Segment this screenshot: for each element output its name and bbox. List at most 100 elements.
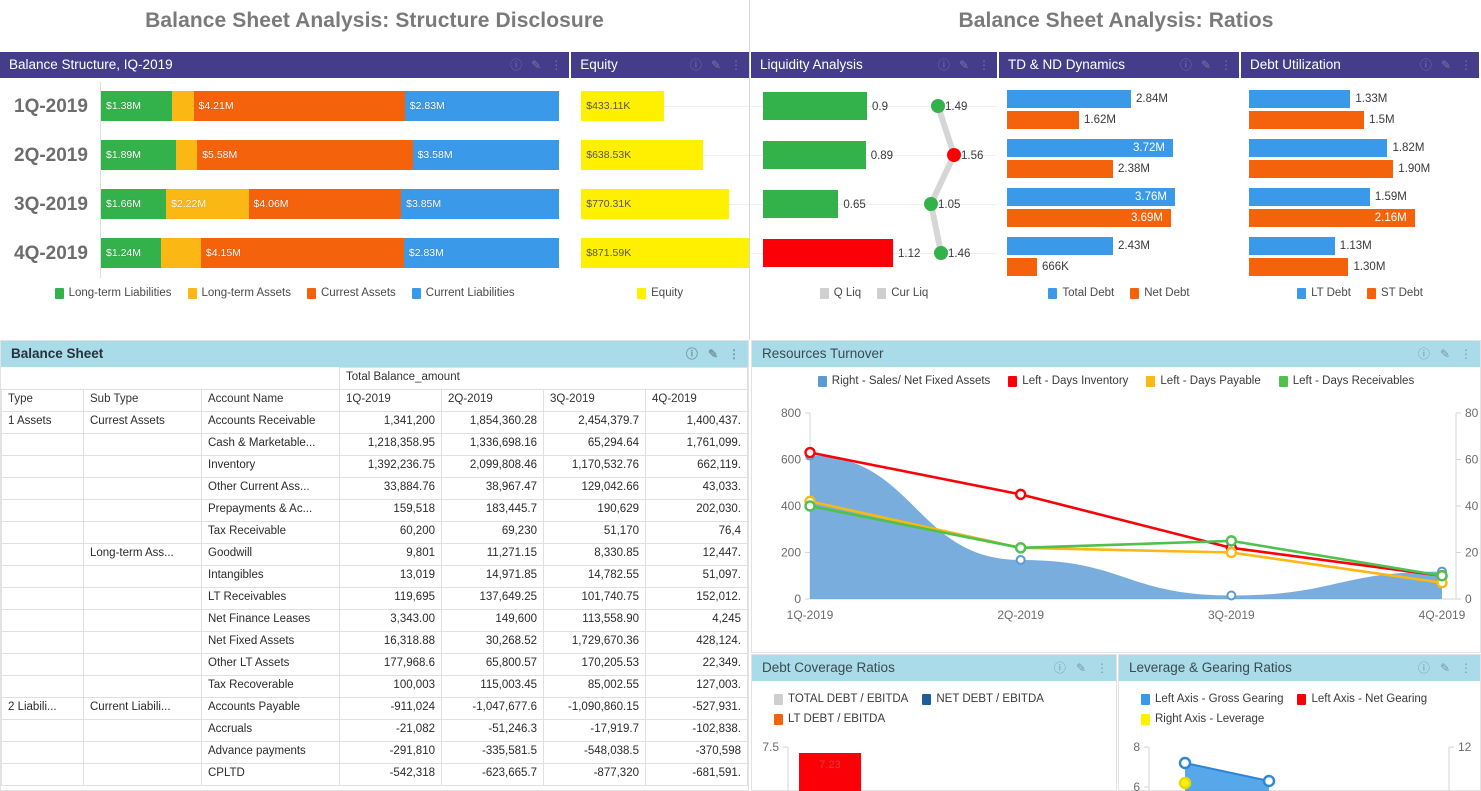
table-row[interactable]: Inventory 1,392,236.75 2,099,808.46 1,170,5… (1, 455, 748, 478)
paired-bar[interactable] (1007, 90, 1131, 108)
table-column-header[interactable]: 3Q-2019 (543, 389, 646, 412)
table-column-header[interactable]: Account Name (201, 389, 340, 412)
legend-item[interactable]: Q Liq (819, 287, 861, 299)
pencil-icon[interactable]: ✎ (1201, 59, 1211, 71)
paired-bar[interactable] (1249, 237, 1335, 255)
info-icon[interactable]: ⓘ (690, 59, 702, 71)
legend-item[interactable]: NET DEBT / EBITDA (922, 691, 1044, 708)
table-row[interactable]: Tax Recoverable 100,003 115,003.45 85,002.5… (1, 675, 748, 698)
legend-item[interactable]: Long-term Assets (187, 287, 291, 299)
stacked-bar[interactable]: $1.89M $5.58M $3.58M (101, 140, 559, 170)
table-row[interactable]: LT Receivables 119,695 137,649.25 101,740.7… (1, 587, 748, 610)
table-column-header[interactable]: 4Q-2019 (645, 389, 748, 412)
pencil-icon[interactable]: ✎ (959, 59, 969, 71)
info-icon[interactable]: ⓘ (1418, 348, 1430, 360)
legend-item[interactable]: Left Axis - Net Gearing (1297, 691, 1427, 708)
info-icon[interactable]: ⓘ (686, 348, 698, 360)
info-icon[interactable]: ⓘ (1054, 662, 1066, 674)
area-gross-gearing[interactable] (1185, 763, 1269, 791)
paired-bar[interactable] (1249, 258, 1349, 276)
kebab-icon[interactable]: ⋮ (1460, 662, 1472, 674)
stacked-bar[interactable]: $1.38M $4.21M $2.83M (101, 91, 560, 121)
panel-actions[interactable]: ⓘ ✎ ⋮ (1418, 341, 1472, 367)
kebab-icon[interactable]: ⋮ (1460, 59, 1472, 71)
data-point[interactable] (1262, 774, 1276, 788)
kebab-icon[interactable]: ⋮ (730, 59, 742, 71)
data-point[interactable] (1225, 535, 1238, 547)
bar-segment[interactable]: $1.24M (101, 238, 162, 268)
bar-segment[interactable]: $3.85M (401, 189, 560, 219)
table-column-header[interactable]: 2Q-2019 (441, 389, 544, 412)
table-column-header[interactable]: 1Q-2019 (339, 389, 442, 412)
panel-actions[interactable]: ⓘ ✎ ⋮ (1180, 52, 1232, 78)
legend-item[interactable]: TOTAL DEBT / EBITDA (774, 691, 908, 708)
legend-item[interactable]: Cur Liq (877, 287, 928, 299)
bar-segment[interactable] (176, 140, 198, 170)
liquidity-point[interactable] (931, 99, 945, 113)
bar-segment[interactable] (161, 238, 201, 268)
paired-bar[interactable] (1249, 90, 1351, 108)
table-row[interactable]: Tax Receivable 60,200 69,230 51,170 76,4 (1, 521, 748, 544)
table-row[interactable]: Intangibles 13,019 14,971.85 14,782.55 51,09… (1, 565, 748, 588)
table-row[interactable]: Net Fixed Assets 16,318.88 30,268.52 1,729,… (1, 631, 748, 654)
legend-item[interactable]: Left - Days Receivables (1278, 375, 1414, 387)
equity-bar[interactable]: $871.59K (581, 238, 750, 268)
data-point[interactable] (1014, 488, 1027, 501)
data-point[interactable] (1226, 590, 1237, 601)
stacked-bar[interactable]: $1.66M $2.22M $4.06M $3.85M (101, 189, 560, 219)
pencil-icon[interactable]: ✎ (1441, 59, 1451, 71)
paired-bar[interactable] (1007, 237, 1113, 255)
pencil-icon[interactable]: ✎ (1076, 662, 1086, 674)
table-column-header[interactable]: Type (1, 389, 84, 412)
legend-item[interactable]: Current Liabilities (411, 287, 515, 299)
legend-item[interactable]: Equity (637, 287, 683, 299)
data-point[interactable] (1225, 546, 1238, 559)
panel-actions[interactable]: ⓘ ✎ ⋮ (510, 52, 562, 78)
bar-segment[interactable]: $2.83M (404, 91, 560, 121)
data-point[interactable] (1178, 756, 1192, 770)
legend-item[interactable]: Left - Days Inventory (1008, 375, 1128, 387)
paired-bar[interactable] (1007, 111, 1079, 129)
legend-item[interactable]: Total Debt (1048, 287, 1114, 299)
bar-segment[interactable]: $2.83M (403, 238, 560, 268)
legend-item[interactable]: Long-term Liabilities (54, 287, 172, 299)
table-row[interactable]: CPLTD -542,318 -623,665.7 -877,320 -681,591. (1, 763, 748, 786)
bar-segment[interactable]: $5.58M (197, 140, 413, 170)
pencil-icon[interactable]: ✎ (1440, 348, 1450, 360)
pencil-icon[interactable]: ✎ (1440, 662, 1450, 674)
table-row[interactable]: Accruals -21,082 -51,246.3 -17,919.7 -102,83… (1, 719, 748, 742)
bar-segment[interactable]: $4.15M (200, 238, 404, 268)
kebab-icon[interactable]: ⋮ (1096, 662, 1108, 674)
table-row[interactable]: 1 Assets Currest Assets Accounts Receivabl… (1, 411, 748, 434)
data-point[interactable] (804, 500, 816, 512)
table-row[interactable]: Advance payments -291,810 -335,581.5 -548,0… (1, 741, 748, 764)
liquidity-point[interactable] (934, 246, 948, 260)
data-point[interactable] (1014, 542, 1027, 554)
balance-sheet-table-scroll[interactable]: Total Balance_amount Type Sub Type Account… (1, 367, 748, 790)
pencil-icon[interactable]: ✎ (708, 348, 718, 360)
bar-segment[interactable]: $4.21M (193, 91, 405, 121)
pencil-icon[interactable]: ✎ (711, 59, 721, 71)
paired-bar[interactable] (1249, 188, 1370, 206)
table-row[interactable]: Net Finance Leases 3,343.00 149,600 113,558… (1, 609, 748, 632)
info-icon[interactable]: ⓘ (1420, 59, 1432, 71)
paired-bar[interactable] (1007, 258, 1037, 276)
table-row[interactable]: Other LT Assets 177,968.6 65,800.57 170,205… (1, 653, 748, 676)
stacked-bar[interactable]: $1.24M $4.15M $2.83M (101, 238, 560, 268)
table-column-header[interactable]: Sub Type (83, 389, 202, 412)
paired-bar[interactable] (1007, 160, 1113, 178)
data-point[interactable] (1436, 570, 1448, 582)
liquidity-point[interactable] (924, 197, 938, 211)
legend-item[interactable]: LT DEBT / EBITDA (774, 711, 885, 728)
liquidity-point[interactable] (947, 148, 961, 162)
legend-item[interactable]: LT Debt (1297, 287, 1351, 299)
data-point[interactable] (804, 446, 816, 459)
legend-item[interactable]: Currest Assets (307, 287, 396, 299)
panel-actions[interactable]: ⓘ ✎ ⋮ (1418, 655, 1472, 681)
paired-bar[interactable] (1249, 139, 1388, 157)
panel-actions[interactable]: ⓘ ✎ ⋮ (938, 52, 990, 78)
kebab-icon[interactable]: ⋮ (1460, 348, 1472, 360)
legend-item[interactable]: Right Axis - Leverage (1141, 711, 1264, 728)
info-icon[interactable]: ⓘ (510, 59, 522, 71)
panel-actions[interactable]: ⓘ ✎ ⋮ (1420, 52, 1472, 78)
